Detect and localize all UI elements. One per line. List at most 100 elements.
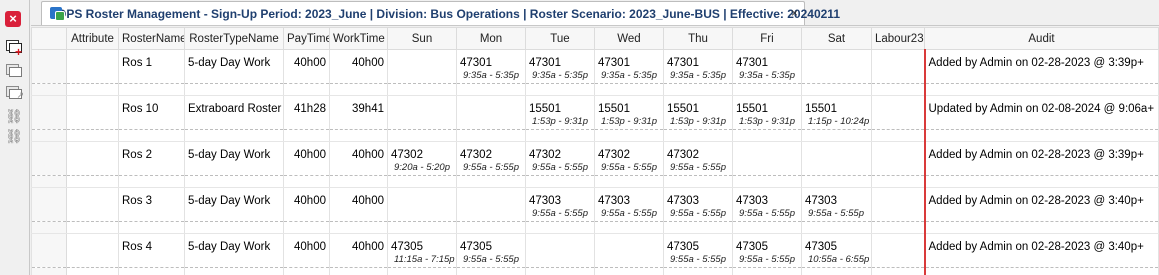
- roster-name-cell[interactable]: Ros 1: [118, 49, 185, 70]
- mon-time-cell[interactable]: 9:55a - 5:55p: [456, 161, 526, 176]
- roster-name-cell[interactable]: Ros 3: [118, 187, 185, 208]
- close-icon[interactable]: ×: [5, 11, 21, 27]
- fri-run-cell[interactable]: 15501: [732, 95, 802, 116]
- tue-time-cell[interactable]: 9:55a - 5:55p: [525, 207, 595, 222]
- thu-time-cell[interactable]: 9:35a - 5:35p: [663, 69, 733, 84]
- thu-run-cell[interactable]: 47301: [663, 49, 733, 70]
- worktime-cell[interactable]: 40h00: [329, 141, 388, 162]
- col-header-rostername[interactable]: RosterName: [118, 27, 185, 50]
- row-selector[interactable]: [31, 95, 67, 116]
- paytime-cell[interactable]: 40h00: [283, 49, 330, 70]
- sun-time-cell[interactable]: 9:20a - 5:20p: [387, 161, 457, 176]
- sat-time-cell[interactable]: 9:55a - 5:55p: [801, 207, 872, 222]
- sat-run-cell[interactable]: 47303: [801, 187, 872, 208]
- paytime-cell[interactable]: 40h00: [283, 141, 330, 162]
- labour23-cell[interactable]: [871, 141, 926, 162]
- roster-name-cell[interactable]: Ros 4: [118, 233, 185, 254]
- edit-roster-button[interactable]: ↗: [3, 82, 25, 102]
- sun-time-cell[interactable]: [387, 69, 457, 84]
- labour23-cell[interactable]: [871, 49, 926, 70]
- thu-time-cell[interactable]: 1:53p - 9:31p: [663, 115, 733, 130]
- sat-time-cell[interactable]: 1:15p - 10:24p: [801, 115, 872, 130]
- roster-type-cell[interactable]: Extraboard Roster: [184, 95, 284, 116]
- row-selector[interactable]: [31, 161, 67, 176]
- labour23-cell[interactable]: [871, 95, 926, 116]
- col-header-sun[interactable]: Sun: [387, 27, 457, 50]
- sat-time-cell[interactable]: [801, 69, 872, 84]
- link-button[interactable]: ⛓: [3, 106, 25, 126]
- mon-time-cell[interactable]: 9:35a - 5:35p: [456, 69, 526, 84]
- wed-run-cell[interactable]: 47303: [594, 187, 664, 208]
- row-selector-header[interactable]: [31, 27, 67, 50]
- attribute-cell[interactable]: [66, 187, 119, 208]
- fri-run-cell[interactable]: 47301: [732, 49, 802, 70]
- col-header-sat[interactable]: Sat: [801, 27, 872, 50]
- audit-cell[interactable]: Updated by Admin on 02-08-2024 @ 9:06a+: [924, 95, 1159, 116]
- sat-time-cell[interactable]: [801, 161, 872, 176]
- fri-run-cell[interactable]: [732, 141, 802, 162]
- wed-time-cell[interactable]: 9:55a - 5:55p: [594, 161, 664, 176]
- table-row[interactable]: Ros 4 5-day Day Work 40h00 40h00 47305 47305 4…: [31, 233, 1159, 254]
- thu-run-cell[interactable]: 47302: [663, 141, 733, 162]
- row-selector[interactable]: [31, 49, 67, 70]
- fri-run-cell[interactable]: 47305: [732, 233, 802, 254]
- roster-name-cell[interactable]: Ros 2: [118, 141, 185, 162]
- mon-run-cell[interactable]: 47301: [456, 49, 526, 70]
- tab-roster-management[interactable]: OPS Roster Management - Sign-Up Period: …: [41, 1, 840, 25]
- wed-run-cell[interactable]: 15501: [594, 95, 664, 116]
- row-selector[interactable]: [31, 187, 67, 208]
- tue-run-cell[interactable]: 47303: [525, 187, 595, 208]
- wed-run-cell[interactable]: [594, 233, 664, 254]
- tab-close-icon[interactable]: ×: [791, 6, 798, 20]
- thu-time-cell[interactable]: 9:55a - 5:55p: [663, 253, 733, 268]
- sun-run-cell[interactable]: 47305: [387, 233, 457, 254]
- worktime-cell[interactable]: 39h41: [329, 95, 388, 116]
- thu-time-cell[interactable]: 9:55a - 5:55p: [663, 207, 733, 222]
- row-selector[interactable]: [31, 253, 67, 268]
- col-header-wed[interactable]: Wed: [594, 27, 664, 50]
- tue-run-cell[interactable]: 47302: [525, 141, 595, 162]
- col-header-mon[interactable]: Mon: [456, 27, 526, 50]
- audit-cell[interactable]: Added by Admin on 02-28-2023 @ 3:39p+: [924, 49, 1159, 70]
- labour23-cell[interactable]: [871, 187, 926, 208]
- attribute-cell[interactable]: [66, 95, 119, 116]
- sun-run-cell[interactable]: [387, 187, 457, 208]
- mon-run-cell[interactable]: 47302: [456, 141, 526, 162]
- attribute-cell[interactable]: [66, 141, 119, 162]
- col-header-paytime[interactable]: PayTime: [283, 27, 330, 50]
- sat-run-cell[interactable]: [801, 141, 872, 162]
- tue-time-cell[interactable]: 9:55a - 5:55p: [525, 161, 595, 176]
- sun-time-cell[interactable]: [387, 207, 457, 222]
- mon-time-cell[interactable]: [456, 207, 526, 222]
- fri-time-cell[interactable]: 9:55a - 5:55p: [732, 207, 802, 222]
- tue-run-cell[interactable]: 47301: [525, 49, 595, 70]
- mon-run-cell[interactable]: [456, 187, 526, 208]
- sat-run-cell[interactable]: [801, 49, 872, 70]
- thu-run-cell[interactable]: 47305: [663, 233, 733, 254]
- roster-name-cell[interactable]: Ros 10: [118, 95, 185, 116]
- attribute-cell[interactable]: [66, 49, 119, 70]
- wed-run-cell[interactable]: 47302: [594, 141, 664, 162]
- paytime-cell[interactable]: 40h00: [283, 233, 330, 254]
- col-header-audit[interactable]: Audit: [924, 27, 1159, 50]
- fri-run-cell[interactable]: 47303: [732, 187, 802, 208]
- wed-time-cell[interactable]: [594, 253, 664, 268]
- sun-run-cell[interactable]: [387, 95, 457, 116]
- mon-time-cell[interactable]: [456, 115, 526, 130]
- mon-time-cell[interactable]: 9:55a - 5:55p: [456, 253, 526, 268]
- row-selector[interactable]: [31, 233, 67, 254]
- sun-run-cell[interactable]: 47302: [387, 141, 457, 162]
- table-row[interactable]: Ros 1 5-day Day Work 40h00 40h00 47301 47301 4…: [31, 49, 1159, 70]
- fri-time-cell[interactable]: 1:53p - 9:31p: [732, 115, 802, 130]
- add-roster-button[interactable]: +: [3, 36, 25, 58]
- col-header-labour23[interactable]: Labour23: [871, 27, 925, 50]
- sat-run-cell[interactable]: 47305: [801, 233, 872, 254]
- sun-time-cell[interactable]: [387, 115, 457, 130]
- thu-run-cell[interactable]: 15501: [663, 95, 733, 116]
- row-selector[interactable]: [31, 115, 67, 130]
- fri-time-cell[interactable]: 9:35a - 5:35p: [732, 69, 802, 84]
- sat-run-cell[interactable]: 15501: [801, 95, 872, 116]
- col-header-thu[interactable]: Thu: [663, 27, 733, 50]
- audit-cell[interactable]: Added by Admin on 02-28-2023 @ 3:40p+: [924, 233, 1159, 254]
- roster-type-cell[interactable]: 5-day Day Work: [184, 49, 284, 70]
